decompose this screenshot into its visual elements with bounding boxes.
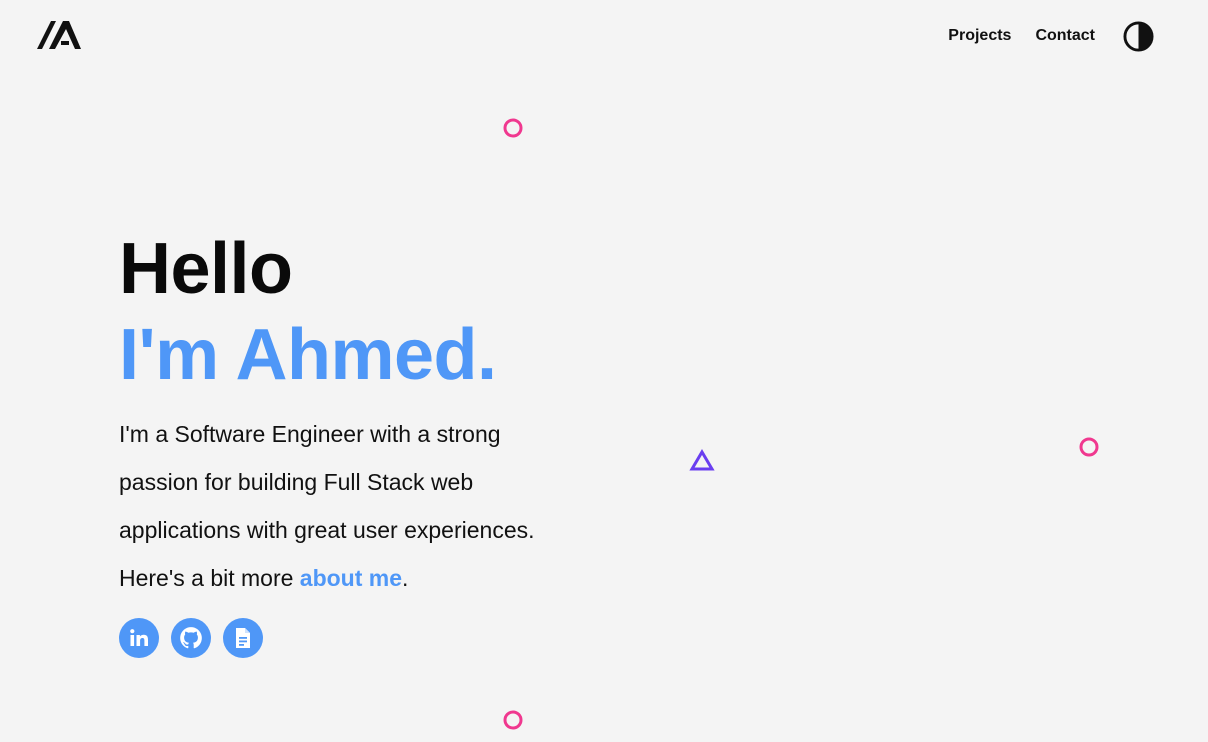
nav-link-contact[interactable]: Contact xyxy=(1035,24,1095,48)
bio-line-about: Here's a bit more about me. xyxy=(119,554,639,602)
resume-document-icon xyxy=(236,628,250,648)
decorative-circle-icon xyxy=(1079,437,1099,457)
nav-link-projects[interactable]: Projects xyxy=(948,24,1011,48)
about-me-link[interactable]: about me xyxy=(300,565,402,591)
decorative-triangle-icon xyxy=(689,449,715,471)
decorative-circle-icon xyxy=(503,118,523,138)
linkedin-icon xyxy=(130,629,148,646)
decorative-circle-icon xyxy=(503,710,523,730)
linkedin-button[interactable] xyxy=(119,618,159,658)
hero-greeting: Hello xyxy=(119,229,293,309)
bio-line: applications with great user experiences… xyxy=(119,517,535,543)
bio-line: I'm a Software Engineer with a strong xyxy=(119,421,501,447)
site-logo[interactable] xyxy=(37,19,81,51)
bio-suffix: . xyxy=(402,565,409,591)
hero-bio: I'm a Software Engineer with a strong pa… xyxy=(119,410,639,602)
github-icon xyxy=(180,627,202,649)
hero-section: Hello I'm Ahmed. I'm a Software Engineer… xyxy=(119,226,639,658)
github-button[interactable] xyxy=(171,618,211,658)
resume-button[interactable] xyxy=(223,618,263,658)
main-nav: Projects Contact xyxy=(924,20,1154,52)
bio-line: passion for building Full Stack web xyxy=(119,469,474,495)
social-links xyxy=(119,618,639,658)
hero-name: I'm Ahmed. xyxy=(119,315,497,395)
contrast-icon[interactable] xyxy=(1123,20,1154,52)
bio-prefix: Here's a bit more xyxy=(119,565,300,591)
